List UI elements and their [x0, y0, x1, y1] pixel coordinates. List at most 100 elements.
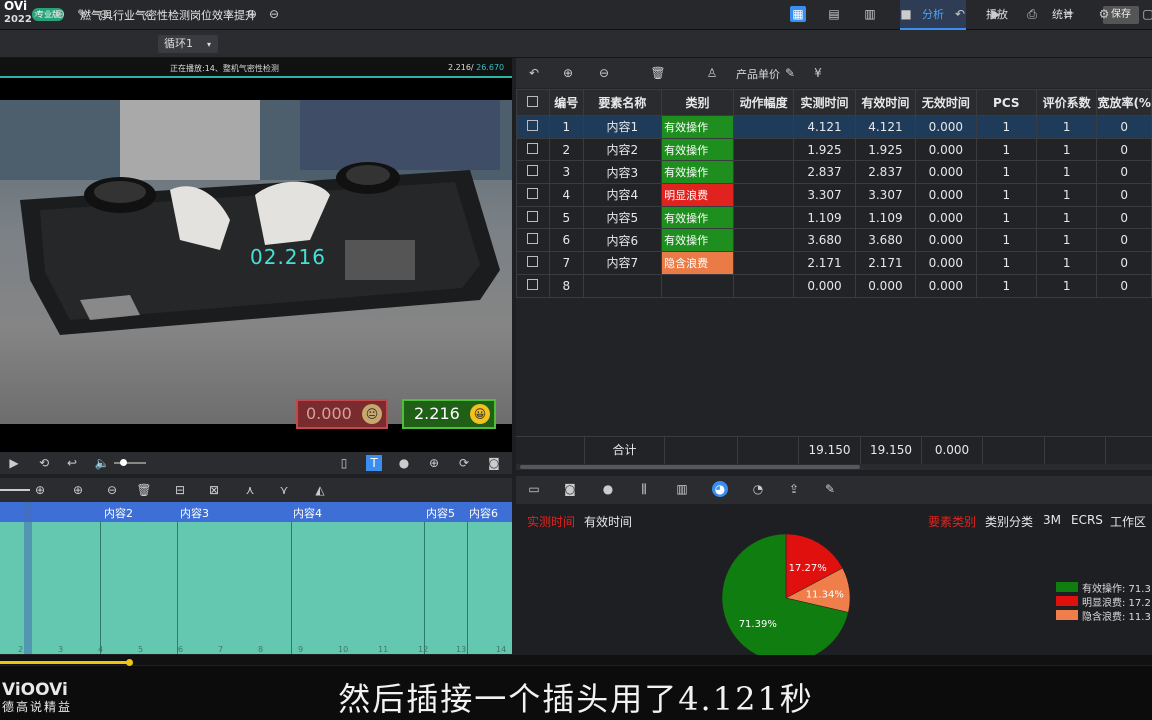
row-number[interactable]: 4	[548, 183, 584, 207]
element-name[interactable]	[582, 273, 663, 298]
allowance-cell[interactable]: 0	[1096, 137, 1152, 162]
allowance-cell[interactable]: 0	[1096, 183, 1152, 207]
pcs-cell[interactable]: 1	[975, 205, 1037, 230]
tab-work-area[interactable]: 工作区	[1110, 513, 1146, 530]
allowance-cell[interactable]: 0	[1096, 273, 1152, 298]
chevron-left-icon[interactable]: ‹	[138, 6, 154, 22]
category-cell[interactable]: 有效操作	[661, 228, 734, 253]
category-cell[interactable]: 有效操作	[661, 137, 734, 162]
tab-measured-time[interactable]: 实测时间	[527, 513, 575, 530]
add-icon[interactable]: ⊕	[560, 65, 576, 81]
tab-element-category[interactable]: 要素类别	[928, 513, 976, 530]
coefficient-cell[interactable]: 1	[1035, 115, 1098, 139]
column-header[interactable]: 编号	[548, 89, 584, 116]
effective-time-cell[interactable]: 3.680	[854, 228, 917, 253]
invalid-time-cell[interactable]: 0.000	[915, 251, 977, 275]
undo-icon[interactable]: ↶	[952, 6, 968, 22]
column-header[interactable]: 动作幅度	[732, 89, 795, 116]
column-header[interactable]: 实测时间	[793, 89, 856, 116]
equalizer-icon[interactable]: ⫼	[636, 481, 652, 497]
effective-time-cell[interactable]: 3.307	[854, 183, 917, 207]
trash-icon[interactable]: 🗑	[136, 482, 152, 498]
column-header[interactable]: 评价系数	[1035, 89, 1098, 116]
coefficient-cell[interactable]: 1	[1035, 228, 1098, 253]
column-header[interactable]: 有效时间	[854, 89, 917, 116]
checkbox-icon[interactable]	[527, 233, 539, 245]
gear-icon[interactable]: ⚙	[1096, 6, 1112, 22]
loop-select[interactable]: 循环1 ▾	[158, 35, 218, 53]
zoom-slider[interactable]	[0, 489, 30, 491]
document-icon[interactable]: ▯	[336, 455, 352, 471]
pen-icon[interactable]: ✎	[74, 6, 90, 22]
pcs-cell[interactable]: 1	[975, 228, 1037, 253]
category-cell[interactable]: 有效操作	[661, 160, 734, 185]
amplitude-cell[interactable]	[732, 205, 795, 230]
invalid-time-cell[interactable]: 0.000	[915, 137, 977, 162]
layout-columns-icon[interactable]: ▥	[862, 6, 878, 22]
pcs-cell[interactable]: 1	[975, 137, 1037, 162]
layout-grid-icon[interactable]: ▦	[790, 6, 806, 22]
zoom-in-icon[interactable]: ⊕	[32, 482, 48, 498]
volume-knob[interactable]	[120, 459, 127, 466]
table-row[interactable]: 4 内容4 明显浪费 3.307 3.307 0.000 1 1 0	[516, 183, 1152, 207]
undo-icon[interactable]: ↶	[526, 65, 542, 81]
invalid-time-cell[interactable]: 0.000	[915, 160, 977, 185]
currency-icon[interactable]: ¥	[810, 65, 826, 81]
minus-box-icon[interactable]: ⊟	[172, 482, 188, 498]
scrub-knob[interactable]	[126, 659, 133, 666]
checkbox[interactable]	[516, 228, 550, 253]
checkbox-icon[interactable]	[527, 210, 539, 222]
column-header[interactable]: 宽放率(%	[1096, 89, 1152, 116]
segment-label[interactable]: 内容6	[469, 505, 498, 521]
measured-time-cell[interactable]: 3.680	[793, 228, 856, 253]
allowance-cell[interactable]: 0	[1096, 160, 1152, 185]
volume-slider[interactable]	[114, 462, 146, 464]
comment-icon[interactable]: ▭	[526, 481, 542, 497]
amplitude-cell[interactable]	[732, 183, 795, 207]
row-number[interactable]: 3	[548, 160, 584, 185]
element-name[interactable]: 内容2	[582, 137, 663, 162]
row-number[interactable]: 6	[548, 228, 584, 253]
measured-time-cell[interactable]: 3.307	[793, 183, 856, 207]
pcs-cell[interactable]: 1	[975, 183, 1037, 207]
measured-time-cell[interactable]: 1.925	[793, 137, 856, 162]
add-icon[interactable]: ⊕	[52, 6, 68, 22]
pcs-cell[interactable]: 1	[975, 160, 1037, 185]
measured-time-cell[interactable]: 0.000	[793, 273, 856, 298]
row-number[interactable]: 5	[548, 205, 584, 230]
chevron-right-icon[interactable]: ›	[222, 6, 238, 22]
table-row[interactable]: 3 内容3 有效操作 2.837 2.837 0.000 1 1 0	[516, 160, 1152, 185]
layout-split-icon[interactable]: ▤	[826, 6, 842, 22]
add-icon[interactable]: ⊕	[244, 6, 260, 22]
element-name[interactable]: 内容1	[582, 115, 663, 139]
checkbox[interactable]	[516, 137, 550, 162]
text-icon[interactable]: T	[366, 455, 382, 471]
checkbox-icon[interactable]	[527, 142, 539, 154]
table-row[interactable]: 8 0.000 0.000 0.000 1 1 0	[516, 273, 1152, 298]
coefficient-cell[interactable]: 1	[1035, 160, 1098, 185]
row-number[interactable]: 7	[548, 251, 584, 275]
loop-icon[interactable]: ⟲	[36, 455, 52, 471]
allowance-cell[interactable]: 0	[1096, 115, 1152, 139]
checkbox[interactable]	[516, 183, 550, 207]
mirror-icon[interactable]: ◭	[312, 482, 328, 498]
layout-single-icon[interactable]: ■	[898, 6, 914, 22]
scrollbar-thumb[interactable]	[520, 465, 860, 469]
merge-icon[interactable]: ⋏	[242, 482, 258, 498]
zoom-in-icon[interactable]: ⊕	[426, 455, 442, 471]
segment-label[interactable]: 内容3	[180, 505, 209, 521]
chevron-right-icon[interactable]: ›	[28, 6, 44, 22]
category-cell[interactable]: 明显浪费	[661, 183, 734, 207]
amplitude-cell[interactable]	[732, 160, 795, 185]
split-icon[interactable]: ⋎	[276, 482, 292, 498]
select-all-header[interactable]	[516, 89, 550, 116]
person-icon[interactable]: ♙	[704, 65, 720, 81]
refresh-icon[interactable]: ⟳	[456, 455, 472, 471]
close-box-icon[interactable]: ⊠	[206, 482, 222, 498]
upload-icon[interactable]: ⇪	[786, 481, 802, 497]
bar-chart-icon[interactable]: ▥	[674, 481, 690, 497]
segment-label[interactable]: 内容5	[426, 505, 455, 521]
allowance-cell[interactable]: 0	[1096, 251, 1152, 275]
unit-price-label[interactable]: 产品单价	[736, 66, 780, 82]
invalid-time-cell[interactable]: 0.000	[915, 273, 977, 298]
